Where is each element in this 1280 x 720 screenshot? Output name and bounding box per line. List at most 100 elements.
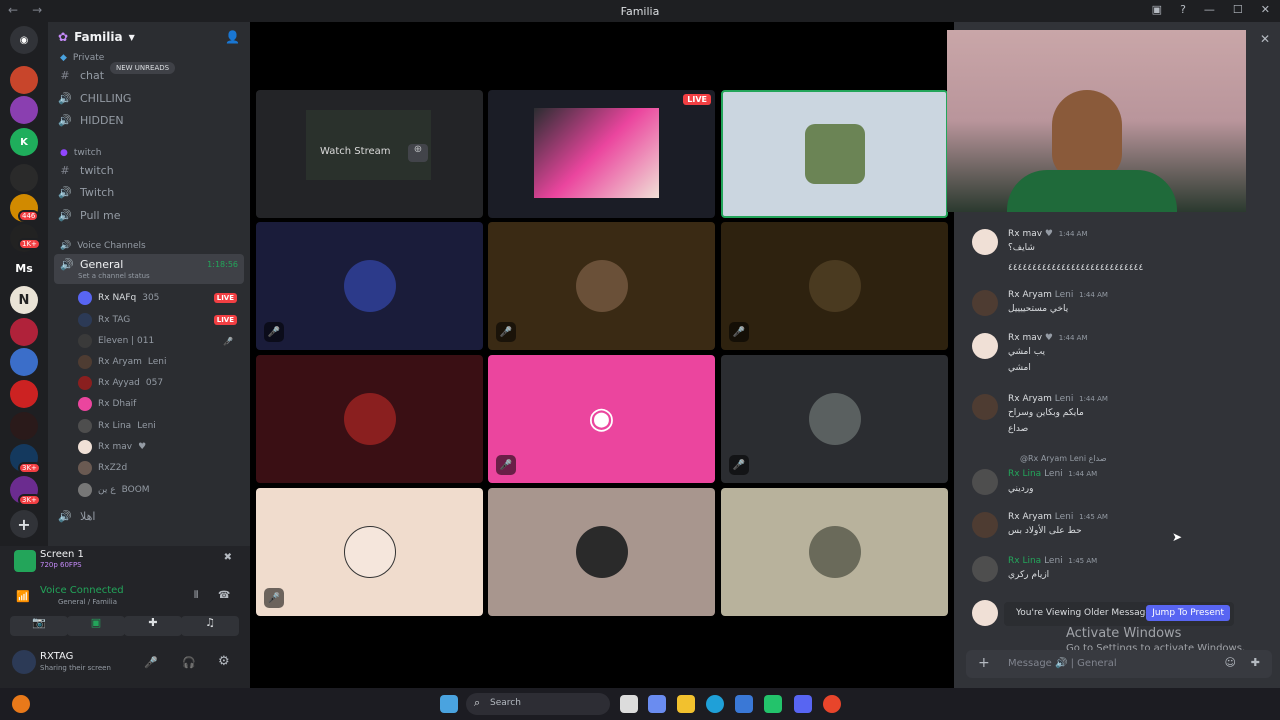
pop-out-icon[interactable]: ⊕ <box>408 144 428 162</box>
inbox-icon[interactable]: ▣ <box>1152 3 1162 16</box>
store-icon[interactable] <box>735 695 753 713</box>
server-icon[interactable] <box>10 96 38 124</box>
username: RXTAG <box>40 651 74 662</box>
add-attachment-icon[interactable]: + <box>978 655 990 671</box>
windows-start-icon[interactable] <box>440 695 458 713</box>
channel-general-selected[interactable]: 🔊 General 1:18:56 Set a channel status <box>54 254 244 284</box>
voice-stage: Watch Stream ⊕ LIVE 🎤 🎤 🎤 ◉ 🎤 🎤 🎤 <box>250 22 954 688</box>
channel-chat[interactable]: # chat <box>58 69 104 82</box>
forward-arrow-icon[interactable]: → <box>32 3 42 17</box>
channel-pull-me[interactable]: 🔊 Pull me <box>58 209 120 222</box>
task-view-icon[interactable] <box>620 695 638 713</box>
message-input[interactable]: Message 🔊 | General <box>1008 658 1117 669</box>
screen-share-button[interactable]: ▣ <box>67 616 125 636</box>
user-tile-speaking[interactable] <box>721 90 948 218</box>
voice-location[interactable]: General / Familia <box>58 598 117 606</box>
server-icon[interactable] <box>10 318 38 346</box>
channel-status[interactable]: Set a channel status <box>78 272 150 280</box>
edge-icon[interactable] <box>706 695 724 713</box>
server-icon[interactable] <box>10 164 38 192</box>
voice-user[interactable]: Rx NAFq 305 LIVE <box>78 291 243 305</box>
gear-icon[interactable]: ⚙ <box>218 654 230 669</box>
user-tile[interactable] <box>256 355 483 483</box>
back-arrow-icon[interactable]: ← <box>8 3 18 17</box>
user-tile[interactable]: 🎤 <box>256 488 483 616</box>
avatar[interactable] <box>12 650 36 674</box>
help-icon[interactable]: ? <box>1180 3 1186 16</box>
file-explorer-icon[interactable] <box>677 695 695 713</box>
emoji-icon[interactable]: ☺ <box>1225 656 1236 669</box>
discord-home-icon[interactable]: ◉ <box>10 26 38 54</box>
reply-preview[interactable]: @Rx Aryam Leni صداع <box>1020 454 1107 463</box>
server-icon[interactable] <box>10 348 38 376</box>
close-window-button[interactable]: ✕ <box>1261 3 1270 16</box>
server-icon[interactable]: Ms <box>10 254 38 282</box>
voice-user[interactable]: Rx Ayyad 057 <box>78 376 243 390</box>
channel-twitch-voice[interactable]: 🔊 Twitch <box>58 186 114 199</box>
message-text: ياخي مستحييييل <box>1008 304 1069 314</box>
server-icon[interactable] <box>10 412 38 440</box>
message-author[interactable]: Rx Aryam <box>1008 290 1052 300</box>
camera-off-button[interactable]: 📷 <box>10 616 68 636</box>
add-member-icon[interactable]: 👤 <box>225 30 240 44</box>
channel-twitch[interactable]: # twitch <box>58 164 113 177</box>
apps-icon[interactable]: ✚ <box>1251 656 1260 669</box>
noise-suppression-icon[interactable]: ⫴ <box>194 590 198 601</box>
voice-user[interactable]: ع ين BOOM <box>78 483 243 497</box>
voice-user[interactable]: Rx Aryam Leni <box>78 355 243 369</box>
user-tile[interactable] <box>721 488 948 616</box>
voice-user[interactable]: Rx Lina Leni <box>78 419 243 433</box>
headset-icon[interactable]: 🎧 <box>182 656 196 669</box>
message-author[interactable]: Rx Lina <box>1008 469 1041 479</box>
maximize-button[interactable]: ☐ <box>1233 3 1243 16</box>
jump-to-present-button[interactable]: Jump To Present <box>1146 605 1230 621</box>
minimize-button[interactable]: — <box>1204 3 1215 16</box>
voice-user[interactable]: Eleven | 011 🎤̸ <box>78 334 243 348</box>
channel-hidden[interactable]: 🔊 HIDDEN <box>58 114 124 127</box>
stream-tile[interactable]: Watch Stream ⊕ <box>256 90 483 218</box>
close-icon[interactable]: ✕ <box>1260 32 1270 46</box>
soundboard-button[interactable]: ♫ <box>181 616 239 636</box>
user-tile[interactable]: 🎤 <box>256 222 483 350</box>
message-author[interactable]: Rx Lina <box>1008 556 1041 566</box>
channel-chilling[interactable]: 🔊 CHILLING <box>58 92 131 105</box>
voice-user[interactable]: Rx TAG LIVE <box>78 313 243 327</box>
add-server-icon[interactable]: + <box>10 510 38 538</box>
server-icon[interactable]: K <box>10 128 38 156</box>
category-private[interactable]: ◆ Private <box>60 53 104 63</box>
category-twitch[interactable]: ● twitch <box>60 148 101 158</box>
message-author[interactable]: Rx mav <box>1008 229 1042 239</box>
server-icon[interactable] <box>10 380 38 408</box>
chrome-icon[interactable] <box>823 695 841 713</box>
activities-button[interactable]: ✚ <box>124 616 182 636</box>
stop-stream-icon[interactable]: ✖ <box>224 552 232 563</box>
user-tile[interactable] <box>488 488 715 616</box>
user-tile[interactable]: ◉ 🎤 <box>488 355 715 483</box>
stream-tile-live[interactable]: LIVE <box>488 90 715 218</box>
taskbar-search[interactable]: ⌕ Search <box>466 693 610 715</box>
server-icon[interactable]: N <box>10 286 38 314</box>
voice-user[interactable]: Rx mav ♥ <box>78 440 243 454</box>
user-tile[interactable]: 🎤 <box>488 222 715 350</box>
user-tile[interactable]: 🎤 <box>721 222 948 350</box>
copilot-icon[interactable] <box>648 695 666 713</box>
weather-icon[interactable] <box>12 695 30 713</box>
app-icon[interactable] <box>764 695 782 713</box>
channel-last[interactable]: 🔊 اهلا <box>58 510 95 523</box>
message-author[interactable]: Rx Aryam <box>1008 394 1052 404</box>
mic-muted-icon[interactable]: 🎤 <box>144 656 158 669</box>
voice-user[interactable]: RxZ2d <box>78 461 243 475</box>
guild-header[interactable]: ✿ Familia ▼ 👤 <box>48 22 250 52</box>
disconnect-icon[interactable]: ☎ <box>218 590 230 601</box>
voice-user[interactable]: Rx Dhaif <box>78 397 243 411</box>
message-author[interactable]: Rx Aryam <box>1008 512 1052 522</box>
message-author[interactable]: Rx mav <box>1008 333 1042 343</box>
discord-taskbar-icon[interactable] <box>794 695 812 713</box>
new-unreads-pill[interactable]: NEW UNREADS <box>110 62 176 74</box>
voice-connected-label[interactable]: Voice Connected <box>40 585 124 596</box>
category-voice[interactable]: 🔊 Voice Channels <box>60 241 146 251</box>
watch-stream-button[interactable]: Watch Stream <box>320 146 391 157</box>
user-tile[interactable]: 🎤 <box>721 355 948 483</box>
message-composer[interactable]: + Message 🔊 | General ☺ ✚ <box>966 650 1272 678</box>
server-icon[interactable] <box>10 66 38 94</box>
